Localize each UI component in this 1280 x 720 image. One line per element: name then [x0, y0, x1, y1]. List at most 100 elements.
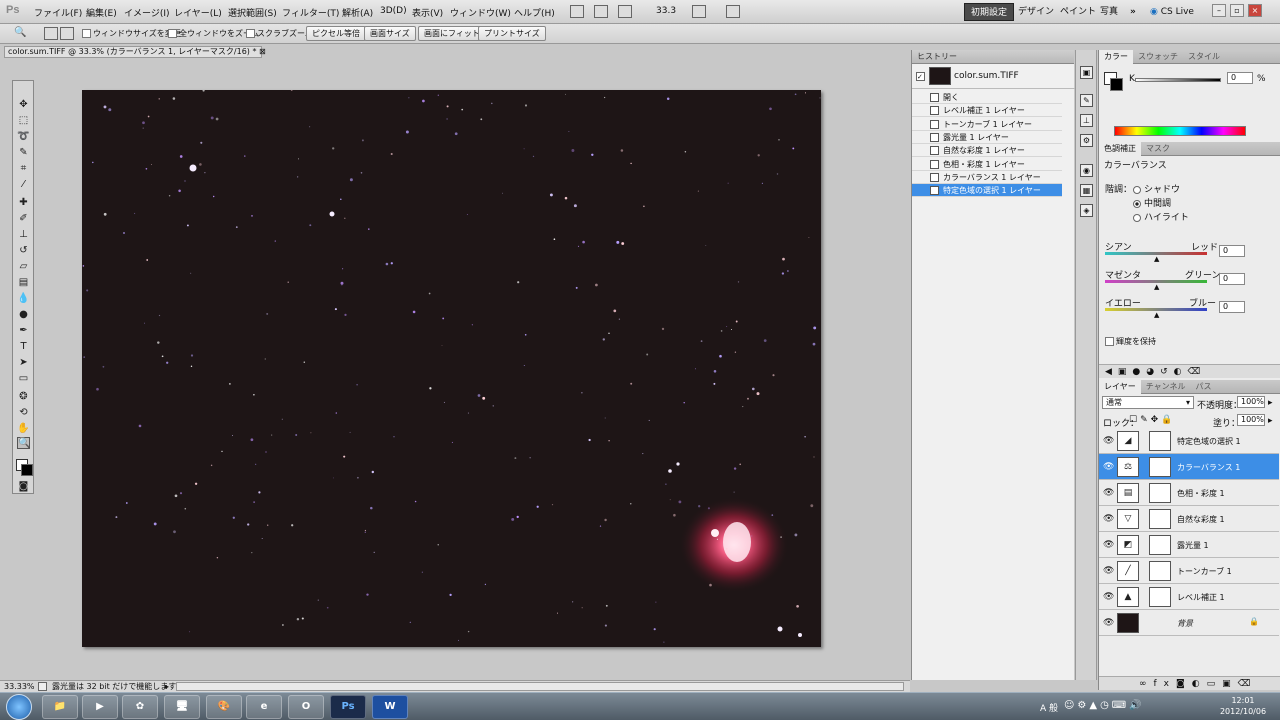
zoom-readout[interactable]: 33.33% — [4, 681, 35, 692]
computer-taskbar-icon[interactable]: 🖥 — [164, 695, 200, 719]
document-canvas[interactable] — [82, 90, 821, 647]
animation-icon[interactable]: ▦ — [1080, 184, 1093, 197]
more-workspaces-icon[interactable]: » — [1124, 3, 1142, 21]
pen-tool-icon[interactable]: ✒ — [17, 325, 30, 337]
shape-tool-icon[interactable]: ▭ — [17, 373, 30, 385]
visibility-eye-icon[interactable]: 👁 — [1103, 592, 1114, 602]
tab-adjustments[interactable]: 色調補正 — [1099, 142, 1141, 156]
layers-footer-icons[interactable]: ∞fx◙◐▭▣⌫ — [1099, 676, 1280, 690]
tab-color[interactable]: カラー — [1099, 50, 1133, 64]
3d-icon[interactable]: ◉ — [1080, 164, 1093, 177]
layer-row[interactable]: 👁 背景 🔒 — [1099, 610, 1279, 636]
adjustments-footer-icons[interactable]: ◀▣●◕↺◐⌫ — [1099, 364, 1280, 378]
menu-analysis[interactable]: 解析(A) — [342, 6, 373, 19]
screen-mode-icon[interactable] — [726, 5, 740, 18]
radio-midtones[interactable]: 中間調 — [1133, 196, 1171, 209]
history-item[interactable]: カラーバランス 1 レイヤー — [912, 171, 1062, 184]
zoom-tool-icon[interactable]: 🔍 — [14, 27, 26, 38]
clock[interactable]: 12:01 2012/10/06 — [1210, 695, 1276, 717]
menu-image[interactable]: イメージ(I) — [124, 6, 170, 19]
magenta-green-value[interactable]: 0 — [1219, 273, 1245, 285]
bridge-icon[interactable] — [570, 5, 584, 18]
history-item[interactable]: 特定色域の選択 1 レイヤー — [912, 184, 1062, 198]
actual-pixels-button[interactable]: ピクセル等倍 — [306, 26, 366, 41]
layer-row[interactable]: 👁 ◢ 特定色域の選択 1 — [1099, 428, 1279, 454]
fill-input[interactable]: 100% — [1237, 414, 1265, 426]
fill-screen-button[interactable]: 画面にフィット — [418, 26, 486, 41]
menu-view[interactable]: 表示(V) — [412, 6, 443, 19]
layer-mask-thumbnail[interactable] — [1149, 431, 1171, 451]
app-taskbar-icon[interactable]: ✿ — [122, 695, 158, 719]
zoom-level-menu[interactable]: 33.3 — [656, 6, 676, 16]
menu-window[interactable]: ウィンドウ(W) — [450, 6, 511, 19]
visibility-eye-icon[interactable]: 👁 — [1103, 514, 1114, 524]
history-brush-tool-icon[interactable]: ↺ — [17, 245, 30, 257]
dodge-tool-icon[interactable]: ● — [17, 309, 30, 321]
3d-orbit-tool-icon[interactable]: ⟲ — [17, 407, 30, 419]
healing-brush-tool-icon[interactable]: ✚ — [17, 197, 30, 209]
start-button-icon[interactable] — [6, 694, 32, 720]
maximize-icon[interactable]: ▫ — [1230, 4, 1244, 17]
menu-3d[interactable]: 3D(D) — [380, 6, 407, 16]
status-info-icon[interactable] — [38, 682, 47, 691]
history-item[interactable]: レベル補正 1 レイヤー — [912, 104, 1062, 118]
color-ramp[interactable] — [1114, 126, 1246, 136]
history-item[interactable]: 自然な彩度 1 レイヤー — [912, 144, 1062, 158]
tab-styles[interactable]: スタイル — [1183, 50, 1225, 64]
background-color-swatch[interactable] — [21, 464, 33, 476]
layer-row[interactable]: 👁 ▽ 自然な彩度 1 — [1099, 506, 1279, 532]
cs-live-button[interactable]: ◉ CS Live — [1150, 3, 1194, 21]
menu-file[interactable]: ファイル(F) — [34, 6, 82, 19]
cyan-red-slider-thumb[interactable]: ▲ — [1154, 255, 1159, 263]
radio-highlights[interactable]: ハイライト — [1133, 210, 1189, 223]
visibility-eye-icon[interactable]: 👁 — [1103, 488, 1114, 498]
history-panel-header[interactable]: ヒストリー — [912, 50, 1074, 64]
print-size-button[interactable]: プリントサイズ — [478, 26, 546, 41]
status-menu-icon[interactable]: ▸ — [165, 681, 169, 692]
minibridge-icon[interactable] — [594, 5, 608, 18]
clone-stamp-tool-icon[interactable]: ⊥ — [17, 229, 30, 241]
menu-select[interactable]: 選択範囲(S) — [228, 6, 277, 19]
resize-windows-checkbox[interactable]: ウィンドウサイズを変更 — [82, 28, 181, 39]
history-item[interactable]: 開く — [912, 91, 1062, 104]
opacity-input[interactable]: 100% — [1237, 396, 1265, 408]
fit-screen-button[interactable]: 画面サイズ — [364, 26, 416, 41]
snapshot-brush-icon[interactable]: ✓ — [916, 72, 925, 81]
layer-mask-thumbnail[interactable] — [1149, 509, 1171, 529]
menu-filter[interactable]: フィルター(T) — [282, 6, 339, 19]
tab-swatches[interactable]: スウォッチ — [1133, 50, 1183, 64]
marquee-tool-icon[interactable]: ⬚ — [17, 115, 30, 127]
3d-rotate-tool-icon[interactable]: ❂ — [17, 391, 30, 403]
paint-taskbar-icon[interactable]: 🎨 — [206, 695, 242, 719]
tab-paths[interactable]: パス — [1191, 380, 1217, 394]
zoom-tool-icon[interactable]: 🔍 — [17, 437, 30, 449]
minimize-icon[interactable]: – — [1212, 4, 1226, 17]
tab-masks[interactable]: マスク — [1141, 142, 1175, 156]
horizontal-scrollbar[interactable] — [176, 682, 904, 691]
quick-mask-icon[interactable]: ◙ — [17, 481, 30, 493]
eyedropper-tool-icon[interactable]: ⁄ — [17, 179, 30, 191]
view-extras-icon[interactable] — [618, 5, 632, 18]
arrange-documents-icon[interactable] — [692, 5, 706, 18]
visibility-eye-icon[interactable]: 👁 — [1103, 618, 1114, 628]
explorer-taskbar-icon[interactable]: 📁 — [42, 695, 78, 719]
workspace-essentials[interactable]: 初期設定 — [964, 3, 1015, 21]
lock-icons[interactable]: ☐✎✥🔒 — [1129, 415, 1175, 425]
media-player-taskbar-icon[interactable]: ▶ — [82, 695, 118, 719]
document-tab[interactable]: color.sum.TIFF @ 33.3% (カラーバランス 1, レイヤーマ… — [4, 46, 266, 58]
zoom-in-icon[interactable] — [44, 27, 58, 40]
opacity-arrow-icon[interactable]: ▸ — [1268, 398, 1273, 408]
zoom-out-icon[interactable] — [60, 27, 74, 40]
color-bg-swatch[interactable] — [1110, 78, 1123, 91]
layer-mask-thumbnail[interactable] — [1149, 483, 1171, 503]
ie-taskbar-icon[interactable]: e — [246, 695, 282, 719]
radio-shadows[interactable]: シャドウ — [1133, 182, 1180, 195]
eraser-tool-icon[interactable]: ▱ — [17, 261, 30, 273]
navigator-icon[interactable]: ▣ — [1080, 66, 1093, 79]
tab-channels[interactable]: チャンネル — [1141, 380, 1191, 394]
yellow-blue-value[interactable]: 0 — [1219, 301, 1245, 313]
blur-tool-icon[interactable]: 💧 — [17, 293, 30, 305]
close-tab-icon[interactable]: ⊠ — [259, 47, 266, 56]
preserve-luminosity-checkbox[interactable]: 輝度を保持 — [1105, 336, 1156, 347]
cyan-red-value[interactable]: 0 — [1219, 245, 1245, 257]
